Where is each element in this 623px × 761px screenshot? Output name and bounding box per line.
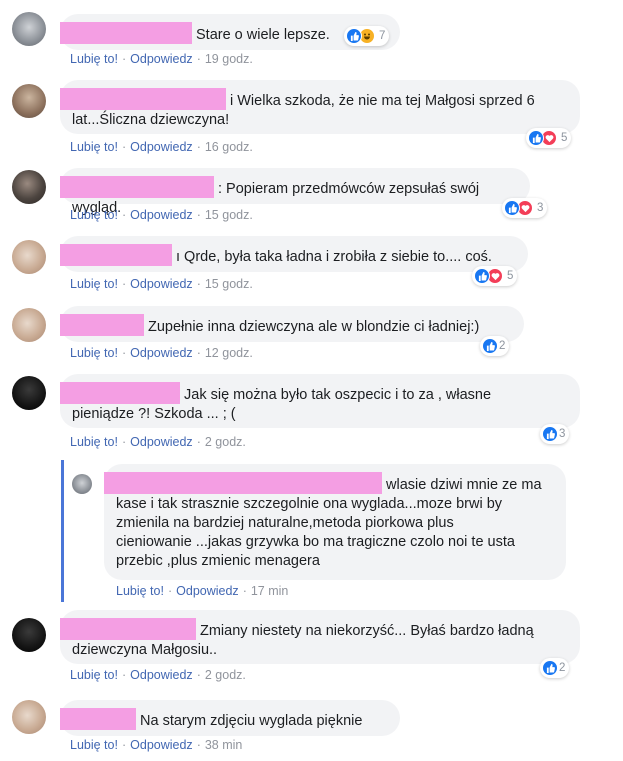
redacted-author-name <box>60 88 226 110</box>
redacted-author-name <box>60 314 144 336</box>
comment-bubble: Jak się można było tak oszpecic i to za … <box>60 374 580 428</box>
comment-actions: Lubię to! · Odpowiedz · 38 min <box>70 738 243 752</box>
like-icon <box>474 268 490 284</box>
reply-button[interactable]: Odpowiedz <box>130 346 193 360</box>
comment-text: Na starym zdjęciu wyglada pięknie <box>140 713 363 729</box>
timestamp: 38 min <box>204 738 243 752</box>
comment-text: Stare o wiele lepsze. <box>196 27 330 43</box>
avatar[interactable] <box>12 618 46 652</box>
comment-actions: Lubię to! · Odpowiedz · 17 min <box>116 584 289 598</box>
like-icon <box>504 200 520 216</box>
reactions-summary[interactable]: 5 <box>472 266 518 286</box>
reactions-summary[interactable]: 5 <box>526 128 572 148</box>
reaction-count: 2 <box>559 662 566 674</box>
avatar[interactable] <box>12 170 46 204</box>
reactions-summary[interactable]: 3 <box>502 198 548 218</box>
comment-actions: Lubię to! · Odpowiedz · 15 godz. <box>70 208 253 222</box>
comment-bubble: : Popieram przedmówców zepsułaś swój wyg… <box>60 168 530 216</box>
like-icon <box>346 28 362 44</box>
avatar[interactable] <box>12 240 46 274</box>
timestamp: 2 godz. <box>204 435 246 449</box>
redacted-author-name <box>60 176 214 198</box>
reply-button[interactable]: Odpowiedz <box>130 435 193 449</box>
avatar[interactable] <box>12 700 46 734</box>
reaction-count: 7 <box>379 30 386 42</box>
reactions-summary[interactable]: 7 <box>344 26 390 46</box>
comment-bubble: Na starym zdjęciu wyglada pięknie <box>60 700 400 736</box>
avatar[interactable] <box>12 84 46 118</box>
comment-actions: Lubię to! · Odpowiedz · 16 godz. <box>70 140 253 154</box>
reactions-summary[interactable]: 3 <box>540 424 570 444</box>
comment-bubble: Zmiany niestety na niekorzyść... Byłaś b… <box>60 610 580 664</box>
comment-text: ı Qrde, była taka ładna i zrobiła z sieb… <box>176 249 492 265</box>
comment-bubble: ı Qrde, była taka ładna i zrobiła z sieb… <box>60 236 528 272</box>
timestamp: 12 godz. <box>204 346 253 360</box>
reply-thread-line <box>61 460 64 602</box>
comment-bubble: i Wielka szkoda, że nie ma tej Małgosi s… <box>60 80 580 134</box>
reaction-count: 5 <box>561 132 568 144</box>
reply-button[interactable]: Odpowiedz <box>130 208 193 222</box>
reply-button[interactable]: Odpowiedz <box>176 584 239 598</box>
like-button[interactable]: Lubię to! <box>70 668 118 682</box>
like-button[interactable]: Lubię to! <box>70 208 118 222</box>
reaction-count: 5 <box>507 270 514 282</box>
reaction-count: 2 <box>499 340 506 352</box>
avatar[interactable] <box>72 474 92 494</box>
timestamp: 16 godz. <box>204 140 253 154</box>
like-button[interactable]: Lubię to! <box>70 140 118 154</box>
comment-actions: Lubię to! · Odpowiedz · 19 godz. <box>70 52 253 66</box>
like-button[interactable]: Lubię to! <box>70 435 118 449</box>
like-icon <box>542 426 558 442</box>
like-button[interactable]: Lubię to! <box>70 346 118 360</box>
timestamp: 17 min <box>250 584 289 598</box>
redacted-author-name <box>60 618 196 640</box>
comment-bubble: wlasie dziwi mnie ze ma kase i tak stras… <box>104 464 566 580</box>
redacted-author-name <box>60 244 172 266</box>
comment-actions: Lubię to! · Odpowiedz · 2 godz. <box>70 668 246 682</box>
avatar[interactable] <box>12 376 46 410</box>
timestamp: 19 godz. <box>204 52 253 66</box>
redacted-author-name <box>60 382 180 404</box>
timestamp: 15 godz. <box>204 208 253 222</box>
like-icon <box>482 338 498 354</box>
timestamp: 15 godz. <box>204 277 253 291</box>
redacted-author-name <box>60 708 136 730</box>
reply-button[interactable]: Odpowiedz <box>130 668 193 682</box>
like-icon <box>528 130 544 146</box>
reactions-summary[interactable]: 2 <box>540 658 570 678</box>
like-button[interactable]: Lubię to! <box>70 738 118 752</box>
comment-actions: Lubię to! · Odpowiedz · 2 godz. <box>70 435 246 449</box>
reply-button[interactable]: Odpowiedz <box>130 52 193 66</box>
timestamp: 2 godz. <box>204 668 246 682</box>
like-button[interactable]: Lubię to! <box>70 277 118 291</box>
like-button[interactable]: Lubię to! <box>70 52 118 66</box>
reactions-summary[interactable]: 2 <box>480 336 510 356</box>
avatar[interactable] <box>12 12 46 46</box>
comment-text: Zupełnie inna dziewczyna ale w blondzie … <box>148 319 480 335</box>
avatar[interactable] <box>12 308 46 342</box>
reaction-count: 3 <box>559 428 566 440</box>
redacted-author-name <box>104 472 382 494</box>
comment-actions: Lubię to! · Odpowiedz · 15 godz. <box>70 277 253 291</box>
reply-button[interactable]: Odpowiedz <box>130 738 193 752</box>
like-button[interactable]: Lubię to! <box>116 584 164 598</box>
reply-button[interactable]: Odpowiedz <box>130 277 193 291</box>
like-icon <box>542 660 558 676</box>
reply-button[interactable]: Odpowiedz <box>130 140 193 154</box>
redacted-author-name <box>60 22 192 44</box>
comment-actions: Lubię to! · Odpowiedz · 12 godz. <box>70 346 253 360</box>
comment-bubble: Zupełnie inna dziewczyna ale w blondzie … <box>60 306 524 342</box>
reaction-count: 3 <box>537 202 544 214</box>
